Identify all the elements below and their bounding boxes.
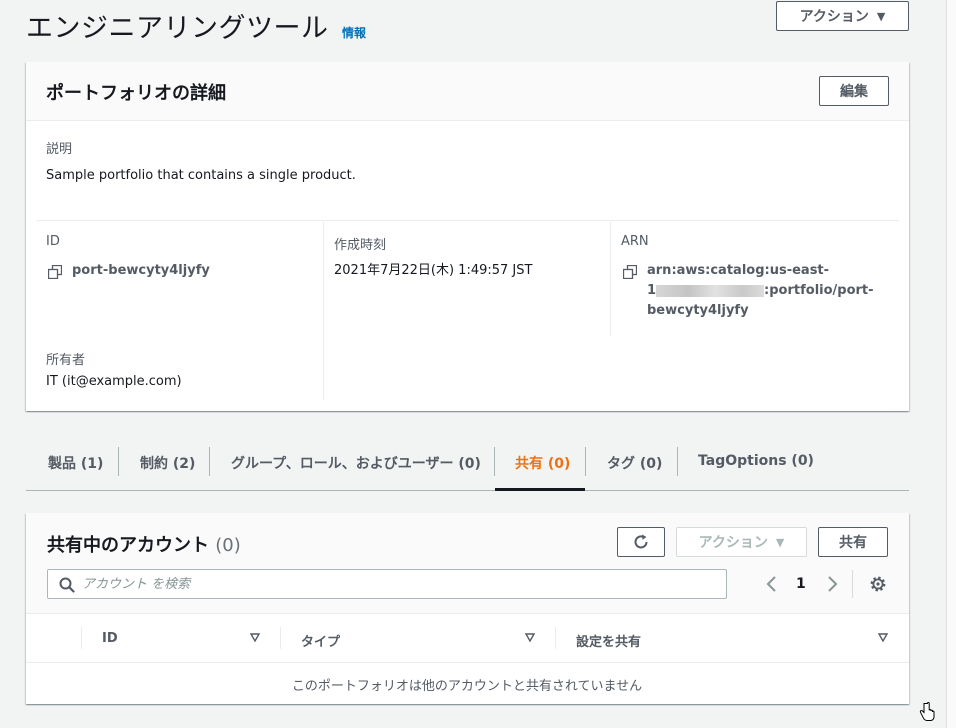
refresh-button[interactable] xyxy=(617,527,665,557)
copy-id-icon[interactable] xyxy=(48,265,62,279)
account-search-box[interactable] xyxy=(47,569,727,599)
caret-down-icon: ▼ xyxy=(775,535,785,549)
shares-actions-button[interactable]: アクション ▼ xyxy=(676,527,807,557)
column-separator xyxy=(555,627,556,649)
arn-line-3: bewcyty4ljyfy xyxy=(647,303,749,318)
page-actions-label: アクション xyxy=(799,9,869,25)
owner-value: IT (it@example.com) xyxy=(46,374,182,389)
tab-tagoptions[interactable]: TagOptions (0) xyxy=(698,453,814,469)
tab-separator xyxy=(118,447,119,476)
tab-separator xyxy=(494,447,495,476)
arn-resource-suffix: :portfolio/port- xyxy=(764,283,874,298)
description-label: 説明 xyxy=(46,142,73,157)
sort-type-icon[interactable] xyxy=(525,633,535,642)
shares-title: 共有中のアカウント xyxy=(47,535,209,556)
sort-id-icon[interactable] xyxy=(250,633,260,642)
column-divider-2 xyxy=(610,222,611,336)
redacted-account-id xyxy=(656,284,765,297)
arn-label: ARN xyxy=(621,234,649,249)
tab-products[interactable]: 製品 (1) xyxy=(48,453,103,473)
details-card-title: ポートフォリオの詳細 xyxy=(46,83,226,104)
page-actions-button[interactable]: アクション ▼ xyxy=(776,1,909,31)
shares-card-title: 共有中のアカウント (0) xyxy=(47,531,241,557)
tabs-baseline xyxy=(26,490,909,491)
tab-groups-roles-users[interactable]: グループ、ロール、およびユーザー (0) xyxy=(231,453,481,473)
column-separator xyxy=(280,627,281,649)
share-label: 共有 xyxy=(839,535,867,551)
empty-table-message: このポートフォリオは他のアカウントと共有されていません xyxy=(291,679,643,694)
tab-separator xyxy=(209,447,210,476)
column-separator xyxy=(81,627,82,649)
settings-gear-icon[interactable] xyxy=(869,575,887,593)
details-card-header: ポートフォリオの詳細 xyxy=(26,62,909,121)
page-scrollbar[interactable] xyxy=(946,0,956,728)
account-search-input[interactable] xyxy=(82,570,722,598)
pagination-divider xyxy=(852,570,853,598)
tab-constraints[interactable]: 制約 (2) xyxy=(140,453,195,473)
table-header-divider xyxy=(26,662,909,663)
tab-sharing[interactable]: 共有 (0) xyxy=(515,453,570,473)
shares-actions-label: アクション xyxy=(698,535,768,551)
edit-button[interactable]: 編集 xyxy=(819,76,889,106)
owner-label: 所有者 xyxy=(46,353,86,368)
column-divider-1 xyxy=(323,222,324,400)
arn-account-prefix: 1 xyxy=(647,283,657,298)
created-label: 作成時刻 xyxy=(334,238,387,253)
page-title: エンジニアリングツール xyxy=(26,13,329,44)
tab-separator xyxy=(677,447,678,476)
description-value: Sample portfolio that contains a single … xyxy=(46,168,356,183)
portfolio-details-card: ポートフォリオの詳細 編集 説明 Sample portfolio that c… xyxy=(26,62,909,411)
arn-line-1: arn:aws:catalog:us-east- xyxy=(647,263,830,278)
info-link[interactable]: 情報 xyxy=(342,24,366,41)
details-divider xyxy=(36,220,899,221)
refresh-icon xyxy=(634,534,648,549)
caret-down-icon: ▼ xyxy=(876,9,886,23)
arn-value: arn:aws:catalog:us-east- 1 :portfolio/por… xyxy=(647,261,887,321)
created-value: 2021年7月22日(木) 1:49:57 JST xyxy=(334,263,533,278)
column-header-id[interactable]: ID xyxy=(102,631,118,646)
tab-tags[interactable]: タグ (0) xyxy=(607,453,662,473)
id-label: ID xyxy=(46,234,60,249)
column-header-share-settings[interactable]: 設定を共有 xyxy=(576,631,641,650)
current-page-number[interactable]: 1 xyxy=(796,576,806,592)
share-button[interactable]: 共有 xyxy=(818,527,888,557)
id-value: port-bewcyty4ljyfy xyxy=(72,263,210,278)
copy-arn-icon[interactable] xyxy=(623,265,637,279)
shares-count: (0) xyxy=(215,535,241,556)
active-tab-indicator xyxy=(495,488,585,491)
column-header-type[interactable]: タイプ xyxy=(301,631,340,650)
search-icon xyxy=(59,577,75,593)
tab-separator xyxy=(585,447,586,476)
previous-page-icon[interactable] xyxy=(765,576,779,592)
arn-line-2: 1 :portfolio/port- xyxy=(647,281,887,301)
hand-cursor-icon xyxy=(919,702,935,721)
next-page-icon[interactable] xyxy=(825,576,839,592)
sort-share-settings-icon[interactable] xyxy=(878,633,888,642)
edit-label: 編集 xyxy=(840,84,868,100)
